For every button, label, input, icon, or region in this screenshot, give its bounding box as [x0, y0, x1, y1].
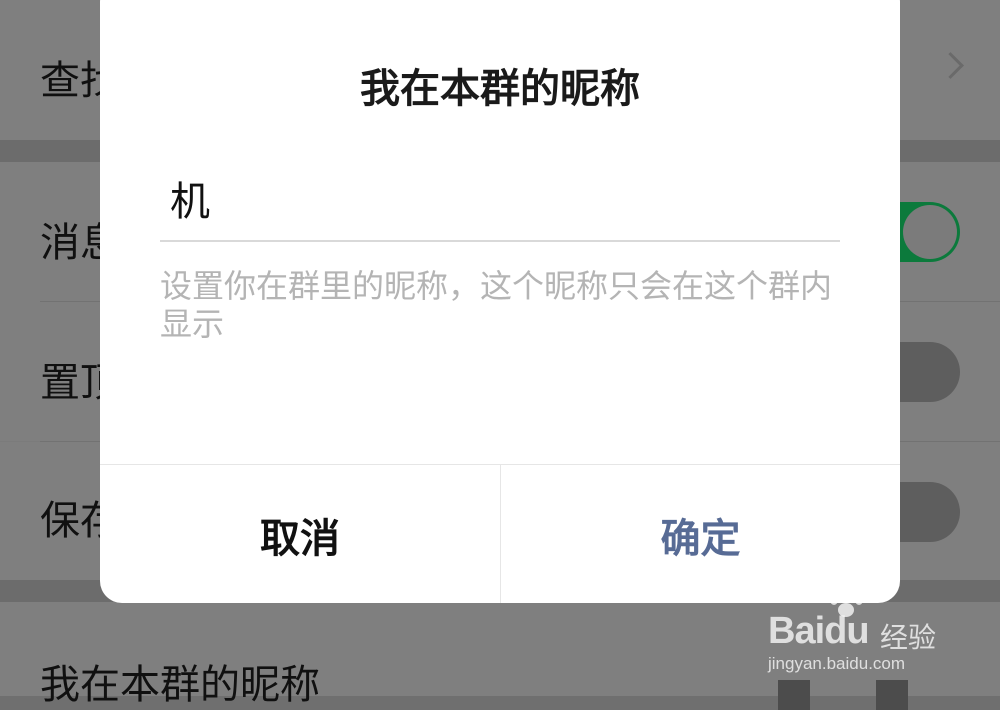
baidu-jingyan-watermark: Baidu 经验 jingyan.baidu.com [764, 588, 984, 688]
cancel-button[interactable]: 取消 [100, 465, 500, 603]
dialog-button-bar: 取消 确定 [100, 464, 900, 603]
nickname-dialog: 我在本群的昵称 设置你在群里的昵称，这个昵称只会在这个群内显示 取消 确定 [100, 0, 900, 603]
chevron-right-icon [937, 52, 964, 79]
settings-row-label: 我在本群的昵称 [40, 662, 320, 708]
watermark-url: jingyan.baidu.com [768, 654, 906, 673]
confirm-button[interactable]: 确定 [500, 465, 900, 603]
nickname-field [160, 160, 840, 242]
toggle-knob [903, 205, 957, 259]
baidu-logo: Baidu [768, 610, 870, 652]
nickname-input[interactable] [160, 170, 840, 226]
jingyan-label: 经验 [880, 621, 937, 654]
nickname-hint: 设置你在群里的昵称，这个昵称只会在这个群内显示 [160, 267, 833, 343]
dialog-title: 我在本群的昵称 [360, 66, 640, 112]
